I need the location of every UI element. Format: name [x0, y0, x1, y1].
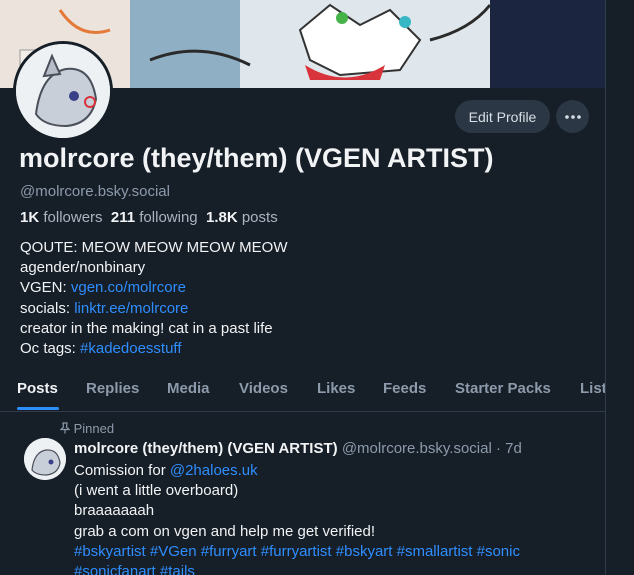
profile-avatar[interactable] — [13, 41, 113, 141]
avatar-art — [16, 44, 110, 138]
pin-icon — [59, 422, 71, 434]
post-hashtags: #sonicfanart #tails — [74, 562, 520, 575]
bio-line: creator in the making! cat in a past lif… — [20, 319, 273, 337]
tab-lists[interactable]: List — [580, 380, 605, 397]
following-label: following — [139, 209, 198, 226]
bio-text: VGEN: — [20, 279, 71, 297]
app-window: Edit Profile molrcore (they/them) (VGEN … — [0, 0, 634, 575]
tab-media[interactable]: Media — [167, 380, 210, 397]
post-time[interactable]: 7d — [505, 440, 522, 457]
hashtag-links[interactable]: #bskyartist #VGen #furryart #furryartist… — [74, 543, 520, 560]
followers-count: 1K — [20, 209, 40, 226]
post-text: Comission for @2haloes.uk (i went a litt… — [74, 461, 520, 575]
bio-line: QOUTE: MEOW MEOW MEOW MEOW — [20, 239, 288, 256]
posts-label: posts — [241, 209, 278, 226]
profile-tabs: Posts Replies Media Videos Likes Feeds S… — [0, 370, 605, 412]
followers-link[interactable]: 1K followers — [20, 209, 103, 226]
post-hashtags: #bskyartist #VGen #furryart #furryartist… — [74, 542, 520, 562]
post-line: (i went a little overboard) — [74, 482, 239, 500]
profile-handle: @molrcore.bsky.social — [20, 183, 170, 200]
post-text-segment: Comission for — [74, 462, 170, 479]
right-sidebar-edge — [606, 0, 634, 575]
post-line: braaaaaaah — [74, 502, 155, 520]
post-author-name[interactable]: molrcore (they/them) (VGEN ARTIST) — [74, 440, 338, 457]
post-header: molrcore (they/them) (VGEN ARTIST) @molr… — [74, 440, 522, 457]
posts-count: 1.8K — [205, 209, 238, 226]
tab-starter-packs[interactable]: Starter Packs — [455, 380, 551, 397]
more-options-button[interactable] — [556, 100, 589, 133]
more-icon — [564, 114, 581, 119]
post-line: grab a com on vgen and help me get verif… — [74, 522, 376, 540]
post-author-handle[interactable]: @molrcore.bsky.social — [342, 440, 492, 457]
bio-line: agender/nonbinary — [20, 259, 146, 277]
tab-videos[interactable]: Videos — [239, 380, 288, 397]
pinned-indicator: Pinned — [59, 421, 115, 436]
profile-column: Edit Profile molrcore (they/them) (VGEN … — [0, 0, 606, 575]
post-avatar-art — [24, 438, 66, 480]
bio-line: socials: linktr.ee/molrcore — [20, 299, 287, 319]
active-tab-indicator — [17, 407, 59, 410]
hashtag-links[interactable]: #sonicfanart #tails — [74, 563, 195, 575]
following-count: 211 — [110, 209, 136, 226]
bio-line: VGEN: vgen.co/molrcore — [20, 278, 287, 298]
tab-posts[interactable]: Posts — [17, 380, 58, 397]
profile-stats: 1K followers 211 following 1.8K posts — [20, 209, 278, 226]
post-separator: · — [495, 440, 501, 457]
bio-text: socials: — [20, 299, 75, 317]
oc-tag-link[interactable]: #kadedoesstuff — [80, 340, 181, 357]
vgen-link[interactable]: vgen.co/molrcore — [71, 279, 186, 296]
mention-link[interactable]: @2haloes.uk — [170, 462, 258, 479]
post-line: Comission for @2haloes.uk — [74, 461, 520, 481]
followers-label: followers — [43, 209, 103, 226]
pinned-label: Pinned — [73, 421, 115, 436]
bio-line: Oc tags: #kadedoesstuff — [20, 339, 287, 359]
display-name: molrcore (they/them) (VGEN ARTIST) — [19, 143, 494, 173]
bio-text: Oc tags: — [20, 340, 81, 358]
edit-profile-button[interactable]: Edit Profile — [455, 100, 550, 133]
post-author-avatar[interactable] — [24, 438, 66, 480]
profile-bio: QOUTE: MEOW MEOW MEOW MEOW agender/nonbi… — [20, 238, 287, 359]
tab-likes[interactable]: Likes — [317, 380, 355, 397]
following-link[interactable]: 211 following — [111, 209, 198, 226]
tab-replies[interactable]: Replies — [86, 380, 139, 397]
tab-feeds[interactable]: Feeds — [383, 380, 426, 397]
posts-stat: 1.8K posts — [206, 209, 278, 226]
pinned-post[interactable]: Pinned molrcore (they/them) (VGEN ARTIST… — [0, 412, 605, 575]
linktree-link[interactable]: linktr.ee/molrcore — [74, 300, 188, 317]
